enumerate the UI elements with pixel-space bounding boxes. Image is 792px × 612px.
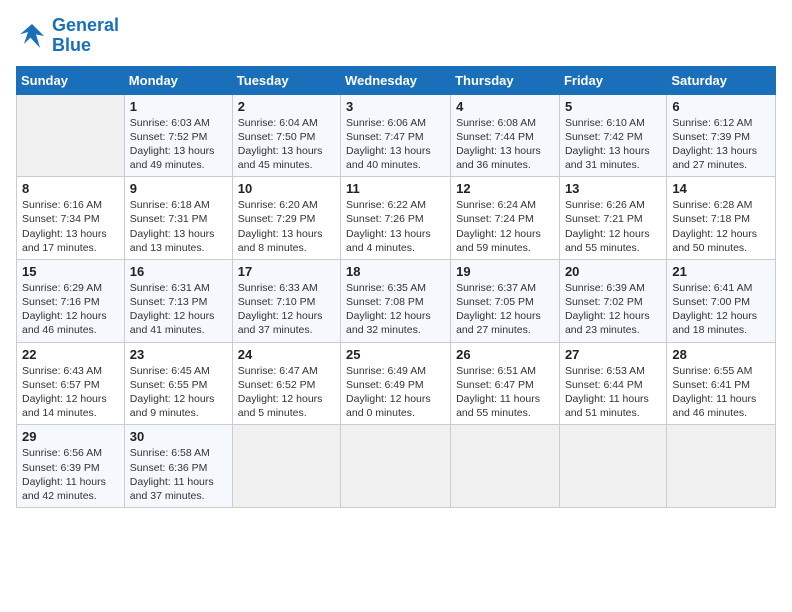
day-cell: 1Sunrise: 6:03 AMSunset: 7:52 PMDaylight…: [124, 94, 232, 177]
header-sunday: Sunday: [17, 66, 125, 94]
day-cell: 18Sunrise: 6:35 AMSunset: 7:08 PMDayligh…: [341, 259, 451, 342]
header-thursday: Thursday: [451, 66, 560, 94]
day-cell: 13Sunrise: 6:26 AMSunset: 7:21 PMDayligh…: [559, 177, 666, 260]
day-cell: 17Sunrise: 6:33 AMSunset: 7:10 PMDayligh…: [232, 259, 340, 342]
day-cell: [559, 425, 666, 508]
week-row-4: 22Sunrise: 6:43 AMSunset: 6:57 PMDayligh…: [17, 342, 776, 425]
day-cell: 8Sunrise: 6:16 AMSunset: 7:34 PMDaylight…: [17, 177, 125, 260]
day-cell: 20Sunrise: 6:39 AMSunset: 7:02 PMDayligh…: [559, 259, 666, 342]
empty-cell: [17, 94, 125, 177]
header-saturday: Saturday: [667, 66, 776, 94]
day-cell: [341, 425, 451, 508]
day-cell: 16Sunrise: 6:31 AMSunset: 7:13 PMDayligh…: [124, 259, 232, 342]
logo-icon: [16, 20, 48, 52]
day-cell: 6Sunrise: 6:12 AMSunset: 7:39 PMDaylight…: [667, 94, 776, 177]
header-friday: Friday: [559, 66, 666, 94]
calendar-table: SundayMondayTuesdayWednesdayThursdayFrid…: [16, 66, 776, 508]
week-row-5: 29Sunrise: 6:56 AMSunset: 6:39 PMDayligh…: [17, 425, 776, 508]
day-cell: 28Sunrise: 6:55 AMSunset: 6:41 PMDayligh…: [667, 342, 776, 425]
day-cell: 10Sunrise: 6:20 AMSunset: 7:29 PMDayligh…: [232, 177, 340, 260]
day-cell: 30Sunrise: 6:58 AMSunset: 6:36 PMDayligh…: [124, 425, 232, 508]
day-cell: 24Sunrise: 6:47 AMSunset: 6:52 PMDayligh…: [232, 342, 340, 425]
day-cell: 26Sunrise: 6:51 AMSunset: 6:47 PMDayligh…: [451, 342, 560, 425]
week-row-3: 15Sunrise: 6:29 AMSunset: 7:16 PMDayligh…: [17, 259, 776, 342]
day-cell: 25Sunrise: 6:49 AMSunset: 6:49 PMDayligh…: [341, 342, 451, 425]
day-cell: 3Sunrise: 6:06 AMSunset: 7:47 PMDaylight…: [341, 94, 451, 177]
day-cell: 5Sunrise: 6:10 AMSunset: 7:42 PMDaylight…: [559, 94, 666, 177]
day-cell: 2Sunrise: 6:04 AMSunset: 7:50 PMDaylight…: [232, 94, 340, 177]
day-cell: 23Sunrise: 6:45 AMSunset: 6:55 PMDayligh…: [124, 342, 232, 425]
day-cell: 15Sunrise: 6:29 AMSunset: 7:16 PMDayligh…: [17, 259, 125, 342]
header-wednesday: Wednesday: [341, 66, 451, 94]
week-row-1: 1Sunrise: 6:03 AMSunset: 7:52 PMDaylight…: [17, 94, 776, 177]
day-cell: [232, 425, 340, 508]
page-header: GeneralBlue: [16, 16, 776, 56]
day-cell: [451, 425, 560, 508]
day-cell: 9Sunrise: 6:18 AMSunset: 7:31 PMDaylight…: [124, 177, 232, 260]
day-cell: 22Sunrise: 6:43 AMSunset: 6:57 PMDayligh…: [17, 342, 125, 425]
day-cell: 21Sunrise: 6:41 AMSunset: 7:00 PMDayligh…: [667, 259, 776, 342]
day-cell: 14Sunrise: 6:28 AMSunset: 7:18 PMDayligh…: [667, 177, 776, 260]
logo: GeneralBlue: [16, 16, 119, 56]
day-cell: 29Sunrise: 6:56 AMSunset: 6:39 PMDayligh…: [17, 425, 125, 508]
logo-text: GeneralBlue: [52, 16, 119, 56]
day-cell: 4Sunrise: 6:08 AMSunset: 7:44 PMDaylight…: [451, 94, 560, 177]
day-cell: [667, 425, 776, 508]
week-row-2: 8Sunrise: 6:16 AMSunset: 7:34 PMDaylight…: [17, 177, 776, 260]
day-cell: 12Sunrise: 6:24 AMSunset: 7:24 PMDayligh…: [451, 177, 560, 260]
header-monday: Monday: [124, 66, 232, 94]
day-cell: 27Sunrise: 6:53 AMSunset: 6:44 PMDayligh…: [559, 342, 666, 425]
day-cell: 11Sunrise: 6:22 AMSunset: 7:26 PMDayligh…: [341, 177, 451, 260]
days-header-row: SundayMondayTuesdayWednesdayThursdayFrid…: [17, 66, 776, 94]
day-cell: 19Sunrise: 6:37 AMSunset: 7:05 PMDayligh…: [451, 259, 560, 342]
header-tuesday: Tuesday: [232, 66, 340, 94]
